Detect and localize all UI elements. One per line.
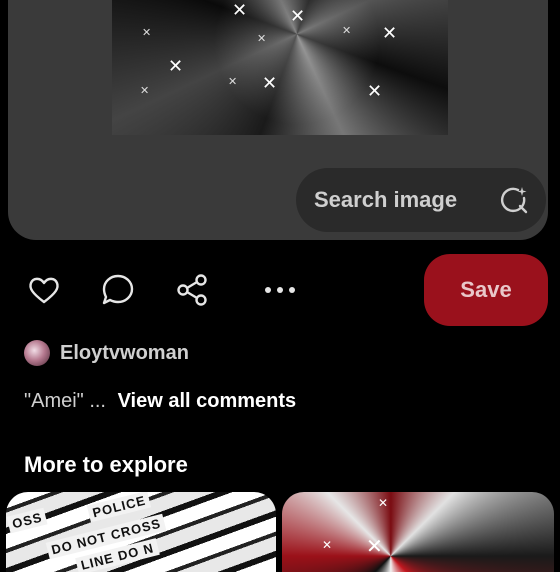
x-mark: ✕ (378, 496, 389, 510)
x-mark: ✕ (262, 73, 278, 94)
x-mark: ✕ (382, 23, 398, 44)
x-mark: ✕ (232, 0, 248, 21)
x-mark: ✕ (322, 538, 333, 552)
x-mark: ✕ (142, 26, 152, 39)
tape-text: OSS (6, 507, 48, 534)
explore-thumbnail[interactable]: ✕ ✕ ✕ (282, 492, 554, 572)
comment-snippet: "Amei" ... (24, 390, 106, 412)
sparkle-search-icon (498, 184, 530, 216)
avatar[interactable] (24, 340, 50, 366)
x-mark: ✕ (366, 534, 383, 558)
x-mark: ✕ (168, 56, 184, 77)
view-all-comments-link[interactable]: View all comments (118, 390, 297, 412)
creator-row[interactable]: Eloytvwoman (24, 340, 189, 366)
x-mark: ✕ (228, 75, 238, 88)
x-mark: ✕ (140, 84, 150, 97)
pin-image[interactable]: ✕ ✕ ✕ ✕ ✕ ✕ ✕ ✕ ✕ ✕ ✕ (112, 0, 448, 135)
creator-name[interactable]: Eloytvwoman (60, 342, 189, 365)
heart-icon[interactable] (26, 272, 62, 308)
more-dots-icon[interactable] (262, 272, 298, 308)
x-mark: ✕ (290, 6, 306, 27)
comment-bubble-icon[interactable] (100, 272, 136, 308)
save-button[interactable]: Save (424, 254, 548, 326)
comments-row: "Amei" ... View all comments (24, 390, 296, 413)
search-image-label: Search image (314, 187, 458, 212)
share-icon[interactable] (174, 272, 210, 308)
section-title: More to explore (24, 452, 188, 477)
search-image-button[interactable]: Search image (296, 168, 546, 232)
explore-thumbnail[interactable]: OSS POLICE DO NOT CROSS LINE DO N (6, 492, 276, 572)
x-mark: ✕ (342, 24, 352, 37)
x-mark: ✕ (257, 32, 267, 45)
x-mark: ✕ (367, 81, 383, 102)
